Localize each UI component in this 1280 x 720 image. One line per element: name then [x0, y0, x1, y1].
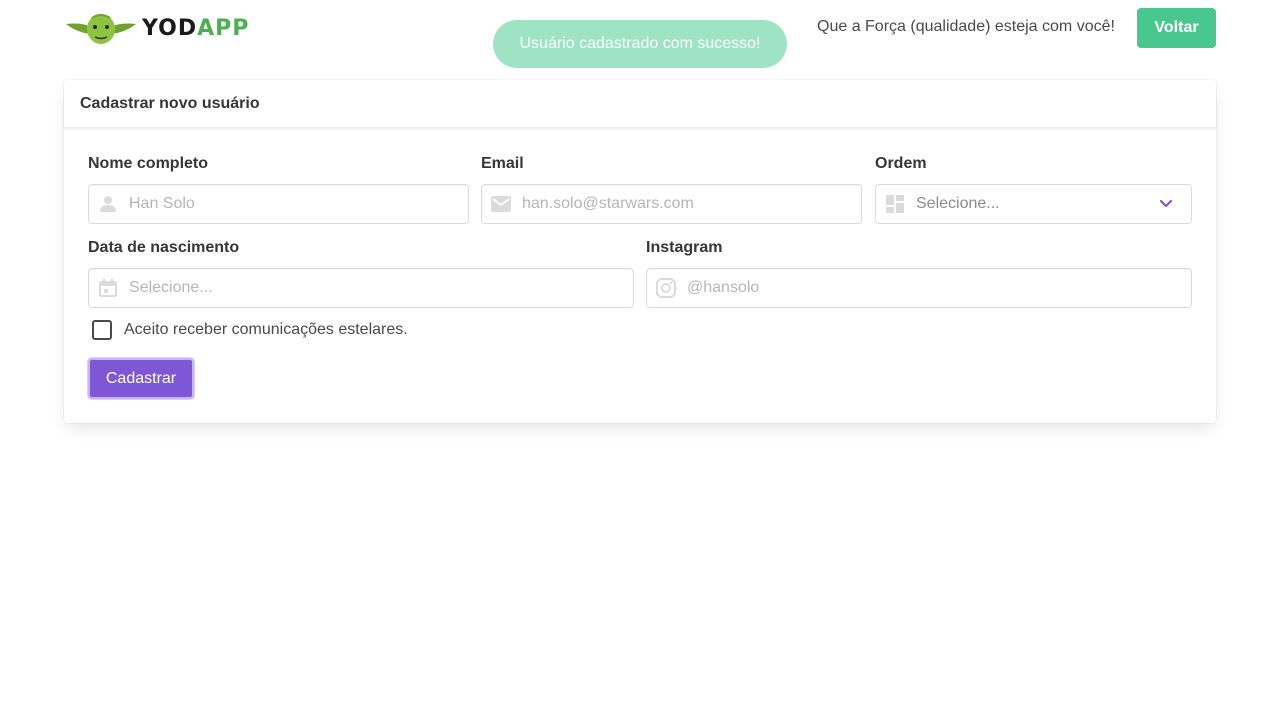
- order-select-value[interactable]: Selecione...: [875, 184, 1192, 224]
- yodapp-logo[interactable]: YODAPP: [64, 10, 249, 46]
- logo-wordmark-part2: APP: [197, 15, 250, 41]
- header-tagline: Que a Força (qualidade) esteja com você!: [817, 18, 1115, 35]
- full-name-field: Nome completo: [88, 154, 469, 224]
- grid-icon: [885, 194, 905, 214]
- logo-wordmark: YODAPP: [142, 16, 249, 41]
- submit-button[interactable]: Cadastrar: [88, 358, 194, 399]
- instagram-label: Instagram: [646, 239, 723, 256]
- full-name-label: Nome completo: [88, 155, 209, 172]
- yoda-icon: [66, 14, 136, 44]
- back-button[interactable]: Voltar: [1137, 8, 1216, 48]
- email-input[interactable]: [481, 184, 862, 224]
- instagram-input[interactable]: [646, 268, 1192, 308]
- logo-wordmark-part1: YOD: [142, 15, 198, 41]
- email-label: Email: [481, 155, 524, 172]
- birth-date-field: Data de nascimento: [88, 238, 634, 308]
- register-user-card: Cadastrar novo usuário Nome completo Ema…: [64, 80, 1216, 423]
- birth-date-input[interactable]: [88, 268, 634, 308]
- card-title: Cadastrar novo usuário: [64, 80, 1216, 128]
- email-field: Email: [481, 154, 862, 224]
- full-name-input[interactable]: [88, 184, 469, 224]
- order-label: Ordem: [875, 155, 927, 172]
- birth-date-label: Data de nascimento: [88, 239, 240, 256]
- consent-label[interactable]: Aceito receber comunicações estelares.: [124, 321, 408, 339]
- order-select[interactable]: Selecione...: [875, 184, 1192, 224]
- envelope-icon: [491, 194, 511, 214]
- order-field: Ordem Selecione...: [875, 154, 1192, 224]
- calendar-icon: [98, 278, 118, 298]
- instagram-icon: [656, 278, 676, 298]
- consent-checkbox[interactable]: [92, 320, 112, 340]
- success-toast: Usuário cadastrado com sucesso!: [493, 20, 787, 68]
- chevron-down-icon: [1159, 199, 1173, 208]
- user-icon: [98, 194, 118, 214]
- instagram-field: Instagram: [646, 238, 1192, 308]
- consent-checkbox-row[interactable]: Aceito receber comunicações estelares.: [92, 320, 408, 340]
